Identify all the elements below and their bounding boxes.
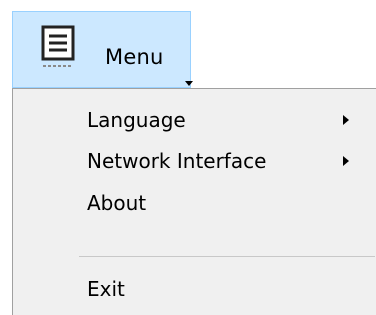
menu-item-label: Network Interface (87, 149, 267, 173)
menu-screenshot: Menu Language Network Interface About Ex… (0, 0, 376, 315)
menu-item-label: Language (87, 108, 186, 132)
menu-item-network-interface[interactable]: Network Interface (13, 141, 375, 181)
document-lines-icon (41, 25, 75, 67)
submenu-arrow-icon (343, 156, 349, 166)
menu-item-language[interactable]: Language (13, 100, 375, 140)
menu-item-label: Exit (87, 277, 125, 301)
submenu-arrow-icon (343, 115, 349, 125)
menu-item-exit[interactable]: Exit (13, 269, 375, 309)
dropdown-menu: Language Network Interface About Exit (12, 88, 376, 315)
menu-button-label: Menu (105, 45, 164, 69)
menu-button[interactable]: Menu (12, 11, 193, 88)
menu-separator (79, 256, 375, 257)
menu-item-about[interactable]: About (13, 183, 375, 223)
dropdown-caret-icon (185, 81, 193, 86)
menu-item-label: About (87, 191, 147, 215)
